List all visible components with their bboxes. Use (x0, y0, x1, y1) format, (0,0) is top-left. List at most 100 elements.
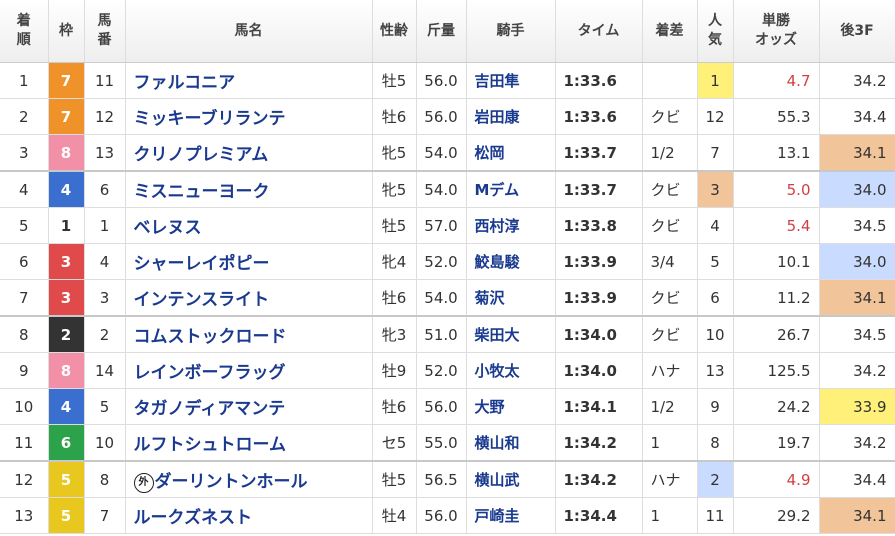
horse-name-cell[interactable]: インテンスライト (125, 279, 373, 317)
horse-name-link[interactable]: レインボーフラッグ (134, 363, 286, 383)
header-umaban[interactable]: 馬番 (84, 0, 126, 63)
sex-age-cell: 牝5 (372, 171, 417, 208)
waku-cell: 4 (48, 388, 85, 425)
table-row[interactable]: 9 8 14 レインボーフラッグ 牡9 52.0 小牧太 1:34.0 ハナ 13 125.5 34.… (0, 352, 895, 389)
rank-cell: 1 (0, 62, 49, 99)
table-row[interactable]: 8 2 2 コムストックロード 牝3 51.0 柴田大 1:34.0 クビ 10 26.7 34.5 (0, 316, 895, 353)
jockey-cell[interactable]: 鮫島駿 (466, 243, 556, 280)
horse-name-cell[interactable]: ミッキーブリランテ (125, 98, 373, 135)
last-3f-cell: 34.1 (819, 134, 895, 172)
horse-name-cell[interactable]: ファルコニア (125, 62, 373, 99)
odds-cell: 19.7 (733, 424, 820, 462)
jockey-cell[interactable]: 松岡 (466, 134, 556, 172)
jockey-cell[interactable]: 西村淳 (466, 207, 556, 244)
table-row[interactable]: 3 8 13 クリノプレミアム 牝5 54.0 松岡 1:33.7 1/2 7 13.1 34.1 (0, 134, 895, 172)
horse-name-cell[interactable]: ベレヌス (125, 207, 373, 244)
odds-cell: 5.4 (733, 207, 820, 244)
jockey-cell[interactable]: 柴田大 (466, 316, 556, 353)
weight-cell: 54.0 (416, 171, 467, 208)
horse-name-cell[interactable]: クリノプレミアム (125, 134, 373, 172)
horse-name-link[interactable]: クリノプレミアム (134, 145, 269, 165)
horse-name-cell[interactable]: レインボーフラッグ (125, 352, 373, 389)
popularity-cell: 6 (697, 279, 734, 317)
margin-cell: クビ (642, 98, 698, 135)
sex-age-cell: 牡5 (372, 207, 417, 244)
sex-age-cell: 牝5 (372, 134, 417, 172)
horse-name-cell[interactable]: ミスニューヨーク (125, 171, 373, 208)
header-odds[interactable]: 単勝 オッズ (733, 0, 820, 63)
sex-age-cell: 牡5 (372, 62, 417, 99)
horse-name-cell[interactable]: ルフトシュトローム (125, 424, 373, 462)
header-popularity[interactable]: 人気 (697, 0, 734, 63)
rank-cell: 11 (0, 424, 49, 462)
table-row[interactable]: 7 3 3 インテンスライト 牡6 54.0 菊沢 1:33.9 クビ 6 11.2 34.1 (0, 279, 895, 317)
sex-age-cell: 牡6 (372, 98, 417, 135)
jockey-cell[interactable]: 岩田康 (466, 98, 556, 135)
time-cell: 1:33.6 (555, 62, 643, 99)
header-row: 着順 枠 馬番 馬名 性齢 斤量 騎手 タイム 着差 人気 単勝 オッズ 後3F (0, 0, 895, 63)
sex-age-cell: セ5 (372, 424, 417, 462)
horse-name-link[interactable]: ルークズネスト (134, 508, 253, 528)
popularity-cell: 2 (697, 461, 734, 498)
weight-cell: 54.0 (416, 134, 467, 172)
header-rank[interactable]: 着順 (0, 0, 49, 63)
jockey-cell[interactable]: 小牧太 (466, 352, 556, 389)
header-sex-age[interactable]: 性齢 (372, 0, 417, 63)
jockey-cell[interactable]: 吉田隼 (466, 62, 556, 99)
header-margin[interactable]: 着差 (642, 0, 698, 63)
margin-cell: クビ (642, 207, 698, 244)
table-row[interactable]: 10 4 5 タガノディアマンテ 牡6 56.0 大野 1:34.1 1/2 9 24.2 33.9 (0, 388, 895, 425)
waku-cell: 5 (48, 497, 85, 534)
jockey-cell[interactable]: Mデム (466, 171, 556, 208)
jockey-cell[interactable]: 横山和 (466, 424, 556, 462)
horse-name-link[interactable]: タガノディアマンテ (134, 399, 286, 419)
horse-name-link[interactable]: シャーレイポピー (134, 254, 270, 274)
horse-name-cell[interactable]: ルークズネスト (125, 497, 373, 534)
horse-name-link[interactable]: ルフトシュトローム (134, 435, 287, 455)
jockey-cell[interactable]: 横山武 (466, 461, 556, 498)
jockey-cell[interactable]: 戸崎圭 (466, 497, 556, 534)
horse-name-link[interactable]: ベレヌス (134, 218, 202, 238)
margin-cell: 1/2 (642, 134, 698, 172)
weight-cell: 51.0 (416, 316, 467, 353)
umaban-cell: 1 (84, 207, 126, 244)
table-row[interactable]: 12 5 8 外ダーリントンホール 牡5 56.5 横山武 1:34.2 ハナ 2 4.9 34.4 (0, 461, 895, 498)
horse-name-link[interactable]: ダーリントンホール (155, 472, 308, 492)
jockey-cell[interactable]: 菊沢 (466, 279, 556, 317)
popularity-cell: 7 (697, 134, 734, 172)
rank-cell: 5 (0, 207, 49, 244)
horse-name-link[interactable]: ミッキーブリランテ (134, 109, 286, 129)
odds-cell: 10.1 (733, 243, 820, 280)
umaban-cell: 11 (84, 62, 126, 99)
header-jockey[interactable]: 騎手 (466, 0, 556, 63)
horse-name-cell[interactable]: コムストックロード (125, 316, 373, 353)
table-row[interactable]: 13 5 7 ルークズネスト 牡4 56.0 戸崎圭 1:34.4 1 11 29.2 34.1 (0, 497, 895, 534)
header-waku[interactable]: 枠 (48, 0, 85, 63)
table-row[interactable]: 5 1 1 ベレヌス 牡5 57.0 西村淳 1:33.8 クビ 4 5.4 34.5 (0, 207, 895, 244)
horse-name-cell[interactable]: 外ダーリントンホール (125, 461, 373, 498)
table-row[interactable]: 11 6 10 ルフトシュトローム セ5 55.0 横山和 1:34.2 1 8 19.7 34.2 (0, 424, 895, 462)
table-row[interactable]: 1 7 11 ファルコニア 牡5 56.0 吉田隼 1:33.6 1 4.7 34.2 (0, 62, 895, 99)
weight-cell: 52.0 (416, 243, 467, 280)
horse-name-cell[interactable]: タガノディアマンテ (125, 388, 373, 425)
header-last-3f[interactable]: 後3F (819, 0, 895, 63)
popularity-cell: 4 (697, 207, 734, 244)
table-row[interactable]: 6 3 4 シャーレイポピー 牝4 52.0 鮫島駿 1:33.9 3/4 5 10.1 34.0 (0, 243, 895, 280)
header-horse-name[interactable]: 馬名 (125, 0, 373, 63)
table-row[interactable]: 4 4 6 ミスニューヨーク 牝5 54.0 Mデム 1:33.7 クビ 3 5.0 34.0 (0, 171, 895, 208)
header-weight[interactable]: 斤量 (416, 0, 467, 63)
weight-cell: 57.0 (416, 207, 467, 244)
horse-name-link[interactable]: ファルコニア (134, 73, 236, 93)
weight-cell: 54.0 (416, 279, 467, 317)
popularity-cell: 5 (697, 243, 734, 280)
header-time[interactable]: タイム (555, 0, 643, 63)
horse-name-link[interactable]: ミスニューヨーク (134, 182, 270, 202)
jockey-cell[interactable]: 大野 (466, 388, 556, 425)
horse-name-cell[interactable]: シャーレイポピー (125, 243, 373, 280)
horse-name-link[interactable]: インテンスライト (134, 290, 270, 310)
rank-cell: 7 (0, 279, 49, 317)
horse-name-link[interactable]: コムストックロード (134, 327, 287, 347)
umaban-cell: 13 (84, 134, 126, 172)
weight-cell: 55.0 (416, 424, 467, 462)
table-row[interactable]: 2 7 12 ミッキーブリランテ 牡6 56.0 岩田康 1:33.6 クビ 12 55.3 34.4 (0, 98, 895, 135)
